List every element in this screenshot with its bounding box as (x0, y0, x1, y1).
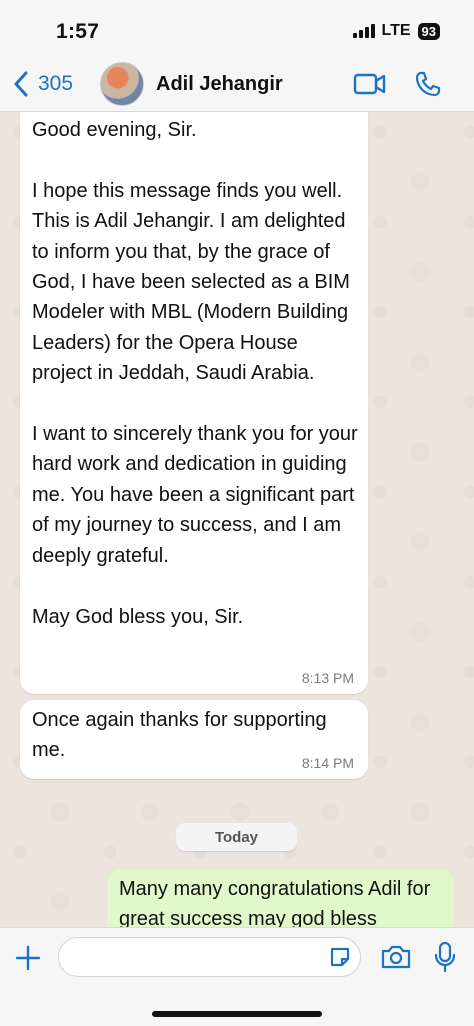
input-bar (0, 927, 474, 1026)
message-bubble-incoming[interactable]: Good evening, Sir. I hope this message f… (20, 112, 368, 694)
signal-icon (352, 24, 375, 38)
unread-count: 305 (38, 72, 74, 95)
status-bar: 1:57 LTE 93 (0, 0, 474, 58)
message-text: Many many congratulations Adil for great… (119, 878, 431, 927)
video-camera-icon[interactable] (353, 71, 387, 102)
chat-area[interactable]: Good evening, Sir. I hope this message f… (0, 112, 474, 927)
battery-icon: 93 (417, 22, 440, 40)
chevron-left-icon (8, 68, 34, 100)
microphone-icon[interactable] (434, 941, 456, 978)
plus-icon[interactable] (14, 944, 42, 977)
date-separator: Today (176, 823, 297, 851)
back-button[interactable]: 305 (8, 68, 73, 100)
message-bubble-incoming[interactable]: Once again thanks for supporting me. 8:1… (20, 700, 368, 779)
message-bubble-outgoing[interactable]: Many many congratulations Adil for great… (107, 869, 454, 927)
sticker-icon[interactable] (328, 945, 352, 974)
message-time: 8:13 PM (301, 670, 354, 686)
status-time: 1:57 (56, 20, 100, 43)
phone-icon[interactable] (414, 70, 442, 103)
chat-header: 305 Adil Jehangir (0, 58, 474, 112)
contact-name[interactable]: Adil Jehangir (156, 73, 283, 96)
network-type: LTE (381, 22, 411, 39)
status-indicators: LTE 93 (352, 22, 440, 40)
avatar[interactable] (100, 62, 144, 106)
message-input[interactable] (58, 937, 361, 977)
message-text: Good evening, Sir. I hope this message f… (32, 119, 358, 628)
camera-icon[interactable] (380, 943, 412, 976)
home-indicator (152, 1011, 322, 1017)
message-time: 8:14 PM (301, 755, 354, 771)
